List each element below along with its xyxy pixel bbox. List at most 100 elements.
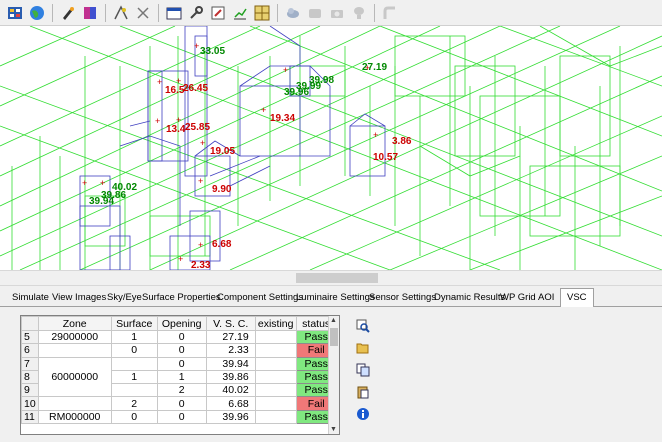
opening-cell[interactable]: 0 [156, 329, 207, 345]
tab-sensor-settings[interactable]: Sensor Settings [369, 290, 436, 306]
palette-icon[interactable] [81, 4, 99, 22]
row-number: 7 [21, 356, 39, 371]
table-row[interactable]: 7 60000000 0 39.94 Pass [21, 356, 337, 398]
surface-cell[interactable] [110, 356, 158, 371]
vsc-label: 25.85 [185, 122, 210, 133]
window-icon[interactable] [165, 4, 183, 22]
surface-cell[interactable]: 0 [110, 409, 158, 425]
horizontal-scrollbar[interactable] [0, 270, 662, 286]
tab-dynamic-results[interactable]: Dynamic Results [434, 290, 505, 306]
table-row[interactable]: 6 0 0 2.33 Fail [21, 343, 337, 358]
grid-settings-icon[interactable] [253, 4, 271, 22]
chart-icon[interactable] [231, 4, 249, 22]
search-grid-icon[interactable] [354, 317, 372, 335]
existing-cell[interactable] [254, 369, 297, 385]
tab-luminaire-settings[interactable]: Luminaire Settings [296, 290, 375, 306]
vsc-header[interactable]: V. S. C. [205, 316, 256, 331]
grid-view-icon[interactable] [6, 4, 24, 22]
tab-wp-grid[interactable]: WP Grid [500, 290, 536, 306]
tab-view-images[interactable]: View Images [52, 290, 106, 306]
opening-cell[interactable]: 1 [156, 369, 207, 385]
vsc-label: 9.90 [212, 184, 232, 195]
vertical-scrollbar[interactable]: ▲ ▼ [328, 316, 339, 434]
scroll-down-icon[interactable]: ▼ [330, 426, 337, 433]
vsc-label: 2.33 [191, 260, 211, 270]
existing-cell[interactable] [254, 329, 297, 345]
tab-surface-properties[interactable]: Surface Properties [142, 290, 221, 306]
existing-cell[interactable] [254, 409, 297, 425]
cursor-icon[interactable] [134, 4, 152, 22]
edit-icon[interactable] [209, 4, 227, 22]
3d-viewport[interactable]: + + + + + + + + + + + + + + + 33.05 16.5 26.45 39.9… [0, 26, 662, 270]
existing-cell[interactable] [254, 343, 297, 358]
toolbar-separator [105, 3, 106, 22]
row-number: 11 [21, 409, 39, 425]
row-number: 6 [21, 343, 39, 358]
vsc-results-grid[interactable]: Zone Surface Opening V. S. C. existing s… [20, 315, 340, 435]
zone-header[interactable]: Zone [37, 316, 112, 331]
tab-sky-eye[interactable]: Sky/Eye [107, 290, 142, 306]
existing-cell[interactable] [254, 396, 297, 411]
svg-text:+: + [283, 65, 288, 75]
zone-cell[interactable]: 60000000 [37, 356, 112, 398]
vsc-cell[interactable]: 39.86 [205, 369, 256, 385]
surface-cell[interactable] [110, 383, 158, 398]
surface-cell[interactable]: 1 [110, 369, 158, 385]
existing-cell[interactable] [254, 356, 297, 371]
table-row[interactable]: 10 2 0 6.68 Fail [21, 396, 337, 411]
scrollbar-thumb[interactable] [296, 273, 378, 283]
existing-header[interactable]: existing [254, 316, 297, 331]
lamp-gray-icon [350, 4, 368, 22]
surface-cell[interactable]: 0 [110, 343, 158, 358]
vsc-cell[interactable]: 39.94 [205, 356, 256, 371]
opening-cell[interactable]: 0 [156, 343, 207, 358]
vsc-cell[interactable]: 27.19 [205, 329, 256, 345]
vsc-cell[interactable]: 40.02 [205, 383, 256, 398]
scroll-up-icon[interactable]: ▲ [330, 317, 337, 324]
existing-cell[interactable] [254, 383, 297, 398]
globe-icon[interactable] [28, 4, 46, 22]
vsc-table: Zone Surface Opening V. S. C. existing s… [21, 316, 337, 425]
toolbar-separator [158, 3, 159, 22]
svg-text:+: + [198, 240, 203, 250]
zone-cell[interactable]: 29000000 [37, 329, 112, 345]
pen-tool-icon[interactable] [59, 4, 77, 22]
opening-cell[interactable]: 0 [156, 356, 207, 371]
copy-icon[interactable] [354, 361, 372, 379]
zone-cell[interactable] [37, 396, 112, 411]
opening-header[interactable]: Opening [156, 316, 207, 331]
cloud-icon[interactable] [284, 4, 302, 22]
svg-text:+: + [373, 130, 378, 140]
vsc-cell[interactable]: 39.96 [205, 409, 256, 425]
sensor-gray-icon [306, 4, 324, 22]
opening-cell[interactable]: 2 [156, 383, 207, 398]
table-row[interactable]: 11 RM000000 0 0 39.96 Pass [21, 409, 337, 425]
table-row[interactable]: 5 29000000 1 0 27.19 Pass [21, 329, 337, 345]
tab-aoi[interactable]: AOI [538, 290, 554, 306]
vsc-label: 26.45 [183, 83, 208, 94]
paste-icon[interactable] [354, 383, 372, 401]
wrench-icon[interactable] [187, 4, 205, 22]
sky-icon[interactable] [112, 4, 130, 22]
svg-text:+: + [178, 254, 183, 264]
vsc-label: 33.05 [200, 46, 225, 57]
open-folder-icon[interactable] [354, 339, 372, 357]
info-icon[interactable] [354, 405, 372, 423]
tab-component-settings[interactable]: Component Settings [217, 290, 303, 306]
vsc-label: 13.4 [166, 124, 186, 135]
vsc-label: 19.05 [210, 146, 235, 157]
surface-cell[interactable]: 1 [110, 329, 158, 345]
zone-cell[interactable]: RM000000 [37, 409, 112, 425]
vsc-label: 6.68 [212, 239, 232, 250]
vsc-label: 3.86 [392, 136, 412, 147]
tab-simulate[interactable]: Simulate [12, 290, 49, 306]
opening-cell[interactable]: 0 [156, 396, 207, 411]
surface-cell[interactable]: 2 [110, 396, 158, 411]
surface-header[interactable]: Surface [110, 316, 158, 331]
tab-vsc[interactable]: VSC [560, 288, 594, 307]
vsc-cell[interactable]: 2.33 [205, 343, 256, 358]
zone-cell[interactable] [37, 343, 112, 358]
scrollbar-thumb[interactable] [330, 328, 338, 346]
opening-cell[interactable]: 0 [156, 409, 207, 425]
vsc-cell[interactable]: 6.68 [205, 396, 256, 411]
